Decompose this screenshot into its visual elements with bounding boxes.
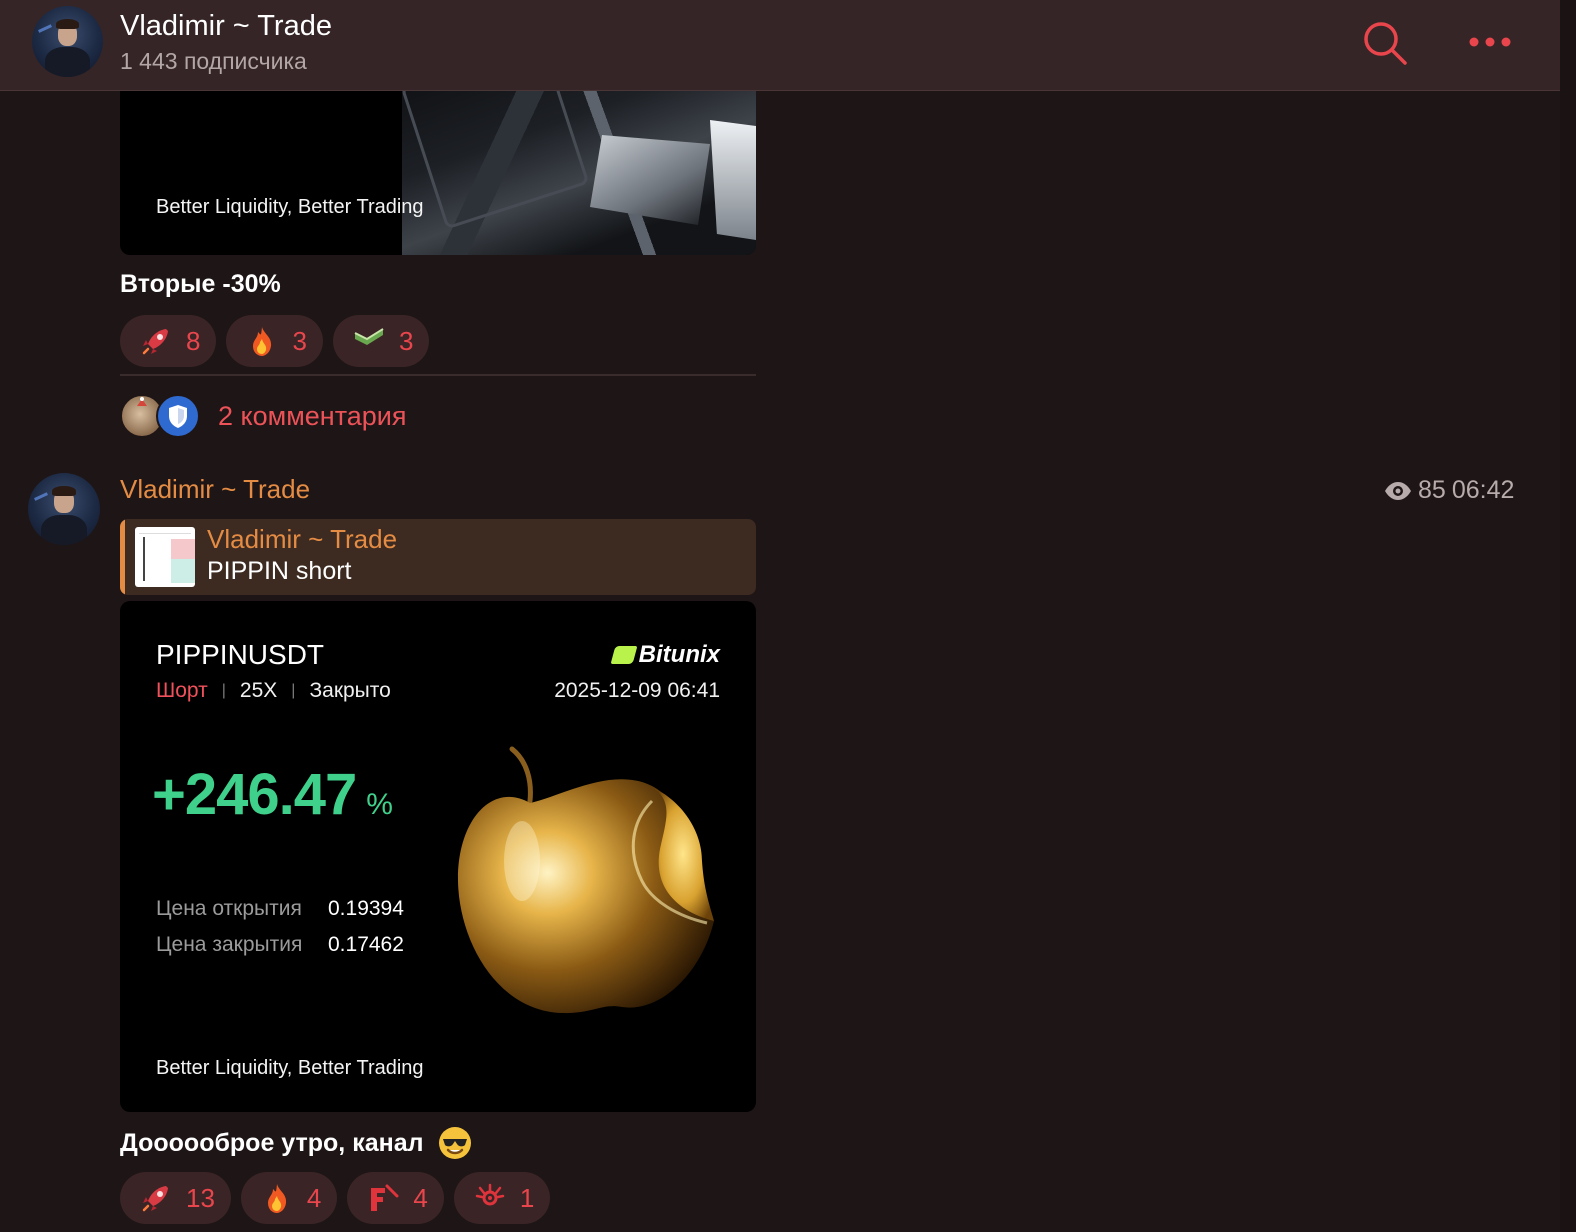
view-count: 85 <box>1418 476 1446 504</box>
close-price-row: Цена закрытия 0.17462 <box>156 933 404 956</box>
reaction-eyes[interactable]: 1 <box>453 1172 551 1224</box>
post-meta: 85 06:42 <box>1384 476 1514 505</box>
position-status: Закрыто <box>309 679 391 702</box>
reaction-letter-f[interactable]: 4 <box>347 1172 444 1224</box>
fire-icon <box>261 1182 293 1214</box>
reaction-count: 4 <box>306 1182 322 1213</box>
post-author-name[interactable]: Vladimir ~ Trade <box>120 474 310 505</box>
reactions-bar: 13 4 4 1 <box>120 1172 551 1224</box>
post-author-avatar[interactable] <box>28 473 100 545</box>
more-dots-icon <box>1469 37 1511 47</box>
shield-icon <box>169 405 187 428</box>
channel-avatar[interactable] <box>32 6 103 77</box>
search-button[interactable] <box>1362 20 1408 66</box>
pnl-display: +246.47 % <box>152 761 393 828</box>
subscriber-count: 1 443 подписчика <box>120 48 307 74</box>
letter-f-icon <box>367 1182 399 1214</box>
rocket-icon <box>140 325 172 357</box>
post-text: Вторые -30% <box>120 270 281 298</box>
post-text: Доооооброе утро, канал <box>120 1126 472 1160</box>
post-image-trade-card[interactable]: PIPPINUSDT Bitunix Шорт | 25X | Закрыто … <box>120 601 756 1112</box>
reaction-count: 13 <box>186 1182 215 1213</box>
channel-title[interactable]: Vladimir ~ Trade <box>120 10 332 43</box>
reaction-fire[interactable]: 4 <box>240 1172 338 1224</box>
sunglasses-smiley-icon <box>438 1126 472 1160</box>
eyes-icon <box>474 1182 506 1214</box>
search-icon <box>1364 22 1407 65</box>
more-options-button[interactable] <box>1468 28 1512 56</box>
position-side: Шорт <box>156 679 208 702</box>
reaction-count: 8 <box>186 325 201 356</box>
reaction-rocket[interactable]: 8 <box>120 315 217 367</box>
fire-icon <box>246 325 278 357</box>
reaction-money[interactable]: 3 <box>332 315 430 367</box>
position-datetime: 2025-12-09 06:41 <box>554 679 720 702</box>
channel-header: Vladimir ~ Trade 1 443 подписчика <box>0 0 1560 91</box>
brand-logo: Bitunix <box>610 641 720 669</box>
reply-author: Vladimir ~ Trade <box>207 524 398 554</box>
pnl-value: +246.47 <box>152 762 357 827</box>
rocket-icon <box>140 1182 172 1214</box>
position-info: Шорт | 25X | Закрыто <box>156 679 391 702</box>
reply-thumbnail <box>135 527 195 587</box>
money-icon <box>353 325 385 357</box>
comments-link[interactable]: 2 комментария <box>120 394 407 438</box>
post-time: 06:42 <box>1451 476 1515 504</box>
reaction-count: 3 <box>398 325 414 356</box>
reactions-bar: 8 3 3 <box>120 315 430 367</box>
reply-preview[interactable]: Vladimir ~ Trade PIPPIN short <box>120 519 756 595</box>
comments-divider <box>120 374 756 376</box>
reaction-count: 4 <box>413 1182 428 1213</box>
bitunix-logo-icon <box>610 646 638 664</box>
reaction-count: 3 <box>292 325 307 356</box>
commenter-avatar <box>156 394 200 438</box>
reply-text: PIPPIN short <box>207 557 352 585</box>
position-leverage: 25X <box>239 679 278 702</box>
comments-count-label: 2 комментария <box>218 400 407 431</box>
trade-symbol: PIPPINUSDT <box>156 639 325 670</box>
eye-icon <box>1385 481 1411 500</box>
reaction-rocket[interactable]: 13 <box>120 1172 231 1224</box>
reaction-fire[interactable]: 3 <box>226 315 323 367</box>
reaction-count: 1 <box>519 1182 535 1213</box>
golden-apple-image <box>452 741 722 1031</box>
card-tagline: Better Liquidity, Better Trading <box>156 1057 424 1079</box>
pnl-unit: % <box>366 788 393 821</box>
scrollbar[interactable] <box>1560 0 1576 1232</box>
open-price-row: Цена открытия 0.19394 <box>156 897 404 920</box>
card-tagline: Better Liquidity, Better Trading <box>156 196 424 218</box>
